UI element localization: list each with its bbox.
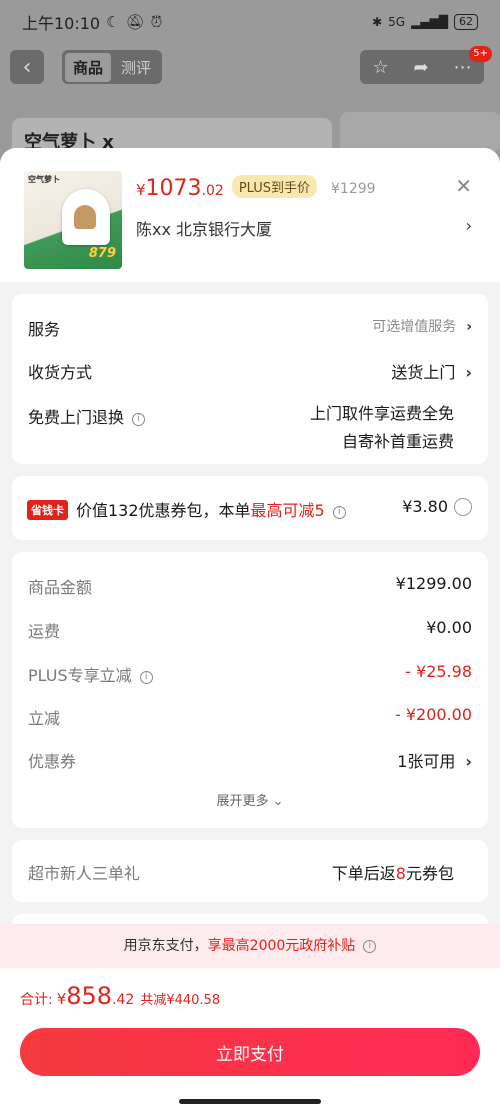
bluetooth-icon: ✱ xyxy=(372,15,383,29)
saving-card-text: 价值132优惠券包，本单 xyxy=(76,501,251,520)
info-icon[interactable]: i xyxy=(139,671,153,684)
original-price: ¥1299 xyxy=(331,181,376,197)
product-image-brand: 空气萝卜 xyxy=(28,175,60,184)
saving-card-row[interactable]: 省钱卡 价值132优惠券包，本单最高可减5 i ¥3.80 xyxy=(12,476,488,540)
more-icon[interactable]: ⋯ xyxy=(454,57,472,78)
gift-value-prefix: 下单后返 xyxy=(331,864,396,883)
alarm-icon: ⏰︎ xyxy=(150,13,163,31)
info-icon[interactable]: i xyxy=(363,940,377,953)
nav-actions: ☆ ➦ ⋯ 5+ xyxy=(360,46,492,84)
plus-price: ¥1073.02 xyxy=(136,176,224,201)
total-amount: 858 xyxy=(66,982,113,1010)
instant-discount-value: - ¥200.00 xyxy=(394,705,472,724)
price-row: ¥1073.02 PLUS到手价 ¥1299 xyxy=(136,175,376,201)
pay-banner-highlight: 享最高2000元政府补贴 xyxy=(207,938,356,954)
pay-banner-text: 用京东支付， xyxy=(123,938,208,954)
plus-price-tag: PLUS到手价 xyxy=(231,175,318,198)
amount-card: 商品金额 ¥1299.00 运费 ¥0.00 PLUS专享立减 i - ¥25.9… xyxy=(12,552,488,828)
total-currency: ¥ xyxy=(56,990,67,1008)
bg-product-banner-2 xyxy=(340,112,500,152)
back-button[interactable]: ‹ xyxy=(10,50,44,84)
saving-card-highlight: 最高可减5 xyxy=(250,501,325,520)
battery-icon: 62 xyxy=(454,14,478,30)
shipping-label: 运费 xyxy=(28,622,61,641)
free-return-line2: 自寄补首重运费 xyxy=(341,432,454,451)
service-card: 服务 可选增值服务 › 收货方式 送货上门 › 免费上门退换 i 上门取件享运费全免 … xyxy=(12,294,488,464)
saving-card-price: ¥3.80 xyxy=(402,497,448,516)
service-label: 服务 xyxy=(28,320,61,339)
saving-card-radio[interactable] xyxy=(454,498,472,516)
close-icon[interactable]: ✕ xyxy=(455,174,472,198)
free-return-line1: 上门取件享运费全免 xyxy=(309,404,454,423)
gift-value-suffix: 元券包 xyxy=(405,864,454,883)
saving-card-badge: 省钱卡 xyxy=(27,500,68,520)
newcomer-gift-label: 超市新人三单礼 xyxy=(28,864,141,883)
message-badge: 5+ xyxy=(469,46,492,62)
total-row: 合计: ¥ 858 .42 共减¥440.58 xyxy=(20,982,220,1010)
star-icon[interactable]: ☆ xyxy=(372,57,388,78)
product-image-price: 879 xyxy=(88,246,116,261)
delivery-method-label: 收货方式 xyxy=(28,363,93,382)
free-return-label: 免费上门退换 xyxy=(28,408,125,427)
tab-product[interactable]: 商品 xyxy=(65,52,112,82)
total-label: 合计: xyxy=(20,992,53,1008)
product-summary: 空气萝卜 879 ¥1073.02 PLUS到手价 ¥1299 ✕ 陈xx 北京… xyxy=(0,148,500,282)
gift-value-highlight: 8 xyxy=(395,864,406,883)
newcomer-gift-row: 超市新人三单礼 下单后返8元券包 xyxy=(12,840,488,902)
expand-more-button[interactable]: 展开更多 ⌄ xyxy=(12,790,488,809)
chevron-right-icon: › xyxy=(466,319,472,335)
pay-now-button[interactable]: 立即支付 xyxy=(20,1028,480,1076)
home-indicator xyxy=(179,1099,321,1104)
share-icon[interactable]: ➦ xyxy=(414,57,429,78)
goods-amount-value: ¥1299.00 xyxy=(395,574,472,593)
instant-discount-label: 立减 xyxy=(28,709,61,728)
shipping-value: ¥0.00 xyxy=(426,618,472,637)
goods-amount-label: 商品金额 xyxy=(28,578,93,597)
network-label: 5G xyxy=(388,15,406,29)
info-icon[interactable]: i xyxy=(332,506,346,519)
delivery-method-value: 送货上门 xyxy=(391,363,456,382)
info-icon[interactable]: i xyxy=(132,413,146,426)
coupon-value: 1张可用 xyxy=(397,752,456,771)
chevron-right-icon: › xyxy=(465,363,472,382)
chevron-right-icon: › xyxy=(465,752,472,771)
product-image: 空气萝卜 879 xyxy=(24,171,122,269)
bell-muted-icon: 🔕︎ xyxy=(125,13,145,31)
service-value: 可选增值服务 xyxy=(372,319,457,335)
delivery-address[interactable]: 陈xx 北京银行大厦 xyxy=(136,216,272,240)
signal-icon: ▂▄▆█ xyxy=(411,15,448,29)
nav-tabs: 商品 测评 xyxy=(62,50,163,84)
jd-pay-banner[interactable]: 用京东支付，享最高2000元政府补贴 i xyxy=(0,924,500,968)
coupon-label: 优惠券 xyxy=(28,752,77,771)
plus-discount-value: - ¥25.98 xyxy=(405,662,472,681)
status-time: 上午10:10 xyxy=(22,14,101,33)
moon-icon: ☾ xyxy=(106,13,120,31)
total-saved: 共减¥440.58 xyxy=(140,993,221,1008)
top-nav: ‹ 商品 测评 ☆ ➦ ⋯ 5+ xyxy=(0,46,500,84)
status-bar: 上午10:10 ☾ 🔕︎ ⏰︎ ✱ 5G ▂▄▆█ 62 xyxy=(0,0,500,44)
checkout-footer: 用京东支付，享最高2000元政府补贴 i 合计: ¥ 858 .42 共减¥440… xyxy=(0,924,500,1111)
total-decimal: .42 xyxy=(112,992,135,1008)
plus-discount-label: PLUS专享立减 xyxy=(28,666,132,685)
checkout-sheet: 空气萝卜 879 ¥1073.02 PLUS到手价 ¥1299 ✕ 陈xx 北京… xyxy=(0,148,500,1111)
tab-review[interactable]: 测评 xyxy=(113,53,159,82)
chevron-right-icon[interactable]: › xyxy=(466,216,472,235)
